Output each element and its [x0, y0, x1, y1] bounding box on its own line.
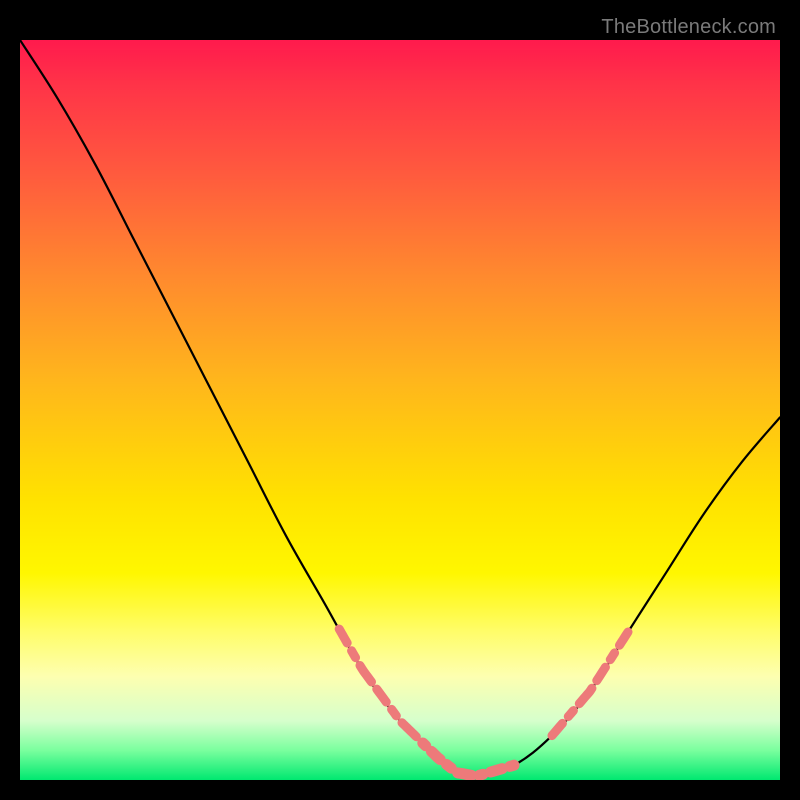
plot-area — [20, 40, 780, 780]
highlight-segment — [339, 629, 423, 743]
watermark-text: TheBottleneck.com — [601, 16, 776, 39]
highlight-layer — [339, 629, 628, 776]
chart-frame: TheBottleneck.com — [10, 10, 790, 790]
bottleneck-curve — [20, 40, 780, 777]
highlight-segment — [552, 632, 628, 736]
highlight-segment — [423, 743, 514, 776]
curve-layer — [20, 40, 780, 780]
